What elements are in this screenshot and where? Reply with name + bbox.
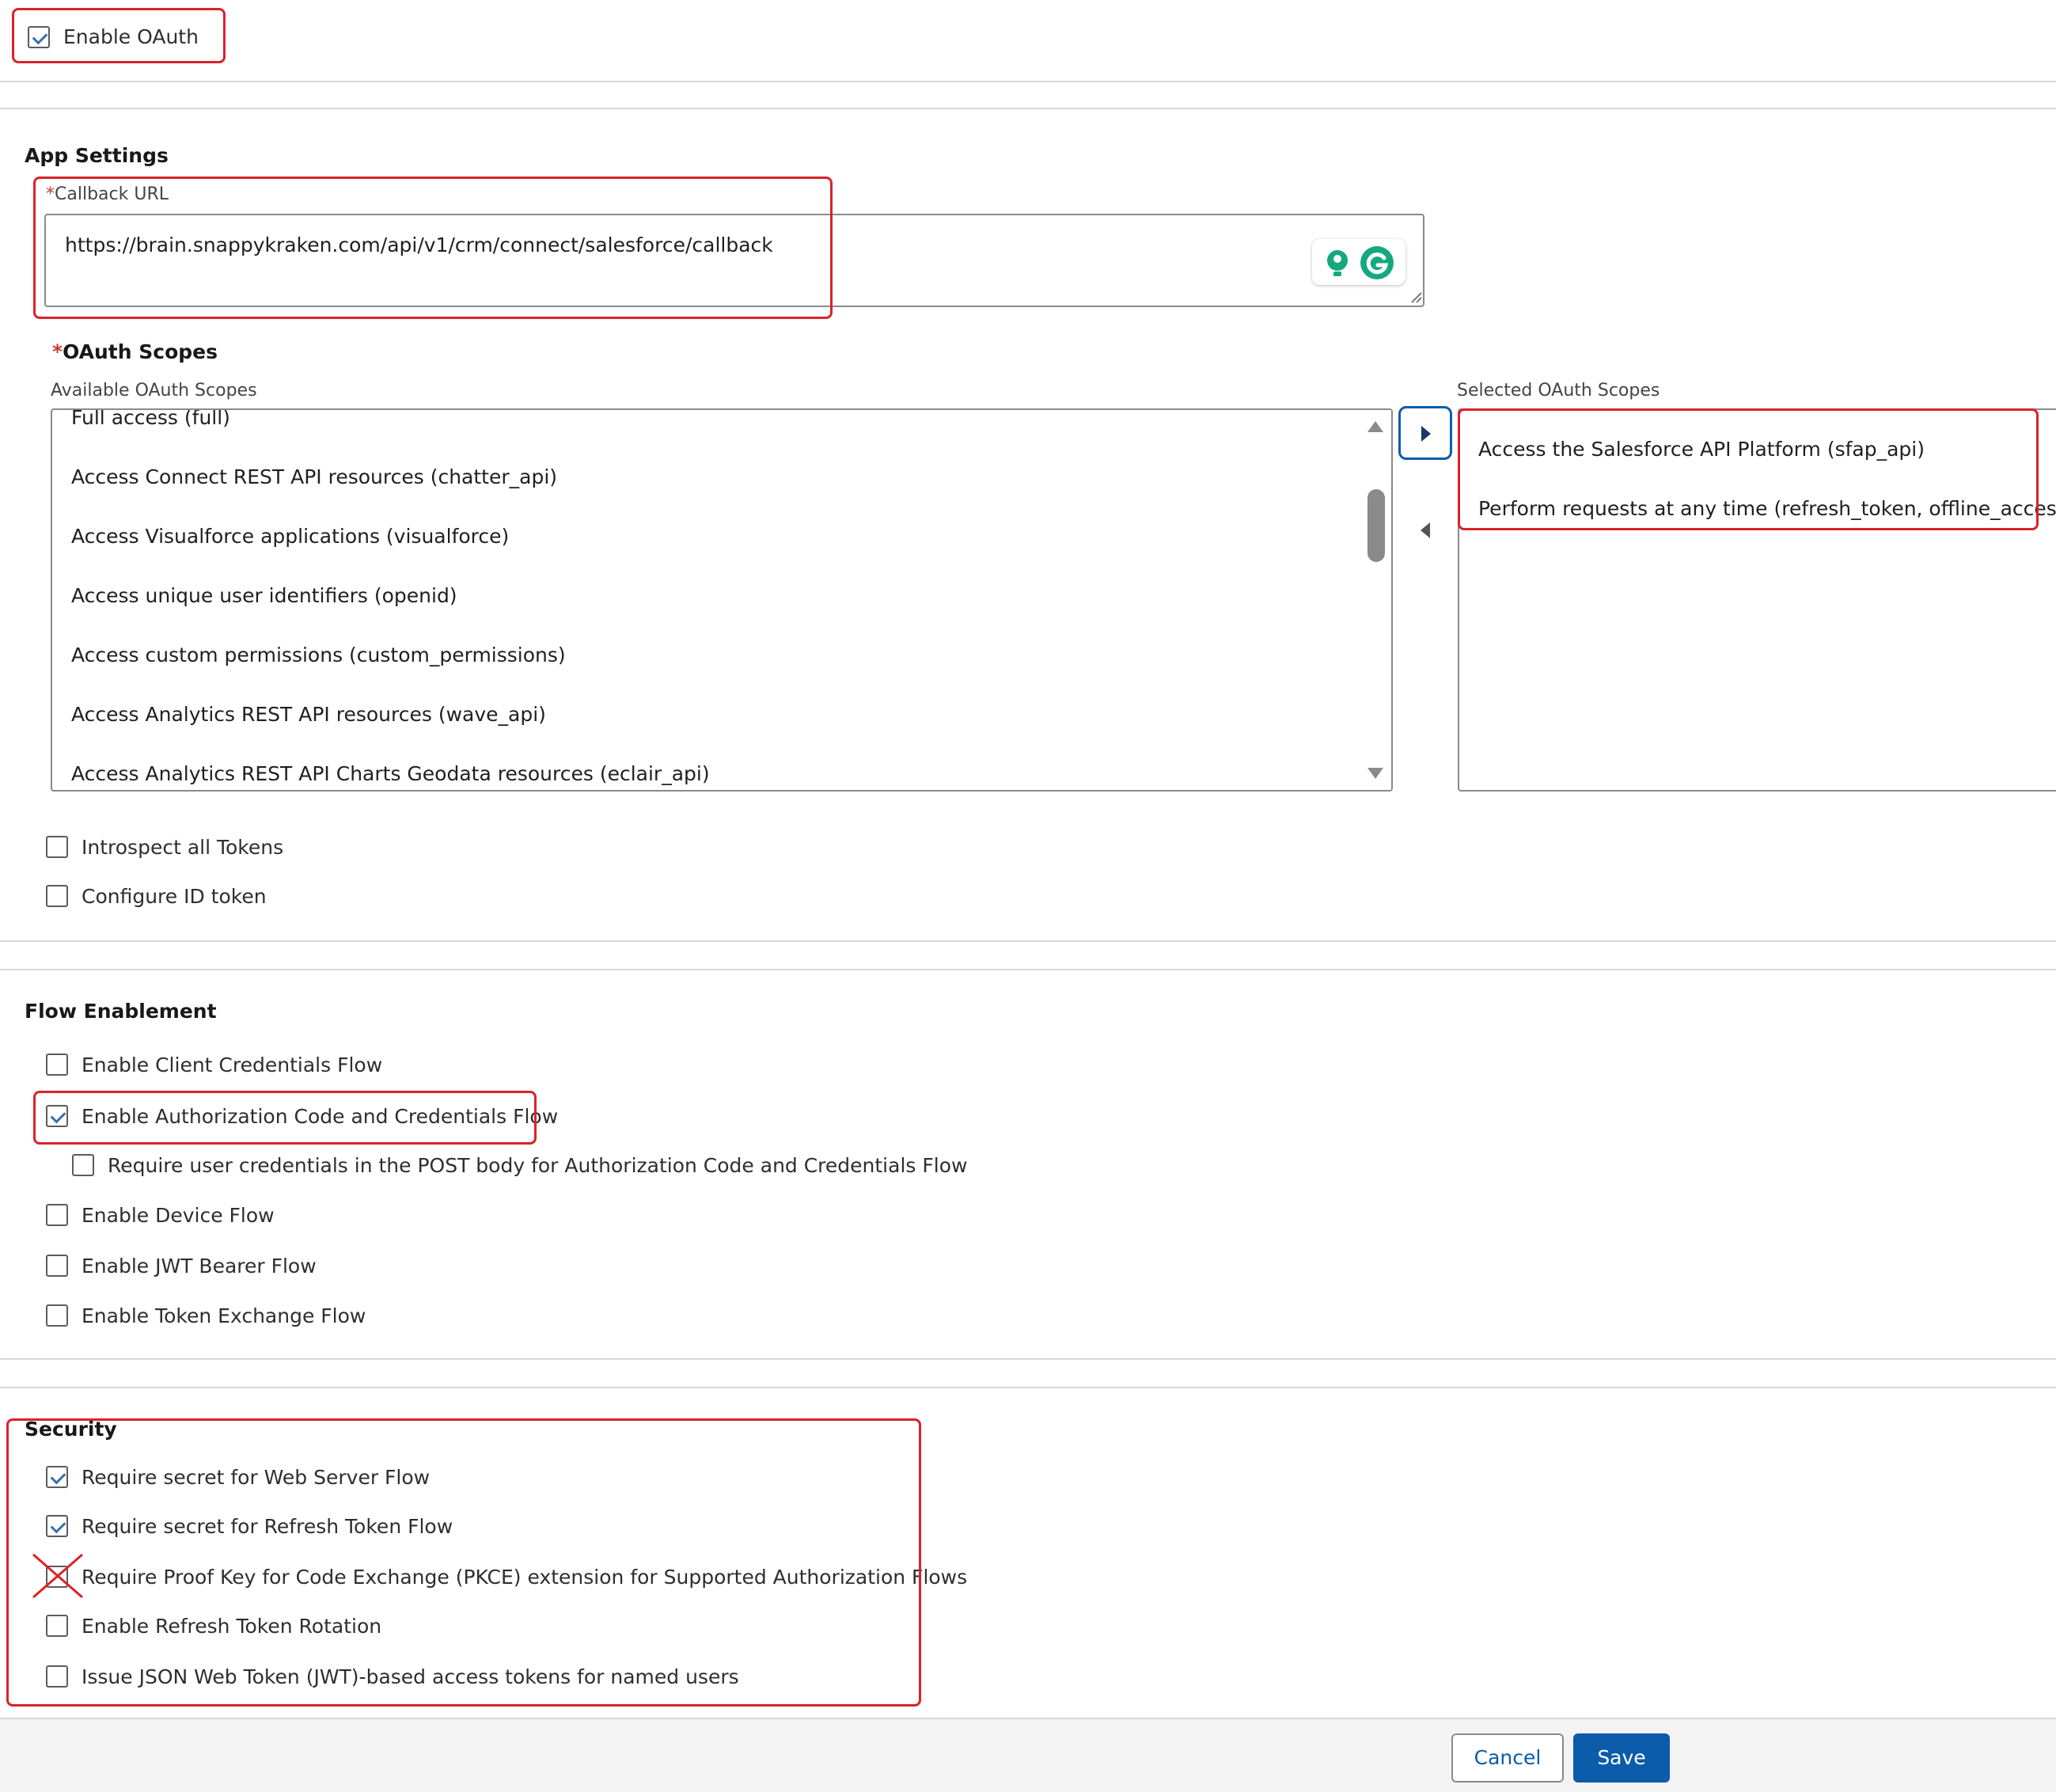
post-body-credentials-label: Require user credentials in the POST bod… <box>108 1154 968 1177</box>
available-scope-option[interactable]: Access Analytics REST API resources (wav… <box>71 702 546 727</box>
arrow-right-icon <box>1421 426 1431 442</box>
grammarly-icon[interactable] <box>1360 245 1394 280</box>
save-button[interactable]: Save <box>1573 1733 1670 1783</box>
jwt-bearer-flow-checkbox[interactable] <box>46 1255 68 1277</box>
divider-2 <box>0 108 2056 109</box>
refresh-token-rotation-checkbox[interactable] <box>46 1615 68 1637</box>
flow-enablement-heading: Flow Enablement <box>25 1000 217 1023</box>
listbox-scrollbar[interactable] <box>1360 410 1391 790</box>
security-heading: Security <box>25 1418 117 1441</box>
remove-scope-button[interactable] <box>1398 503 1452 557</box>
available-scope-option[interactable]: Access Connect REST API resources (chatt… <box>71 465 557 490</box>
jwt-bearer-flow-label: Enable JWT Bearer Flow <box>82 1255 317 1278</box>
callback-url-label-text: Callback URL <box>55 184 169 204</box>
resize-handle-icon[interactable] <box>1409 290 1423 304</box>
available-scope-option[interactable]: Access Analytics REST API Charts Geodata… <box>71 761 710 787</box>
scrollbar-thumb[interactable] <box>1368 489 1385 562</box>
client-credentials-flow-checkbox[interactable] <box>46 1054 68 1076</box>
post-body-credentials-checkbox[interactable] <box>72 1154 94 1176</box>
secret-refresh-token-flow-checkbox[interactable] <box>46 1515 68 1537</box>
jwt-access-tokens-checkbox[interactable] <box>46 1665 68 1688</box>
configure-id-token-checkbox[interactable] <box>46 885 68 907</box>
refresh-token-rotation-label: Enable Refresh Token Rotation <box>82 1615 382 1638</box>
divider-1 <box>0 81 2056 82</box>
divider-4 <box>0 969 2056 970</box>
client-credentials-flow-label: Enable Client Credentials Flow <box>82 1054 383 1076</box>
lightbulb-icon[interactable] <box>1322 247 1353 279</box>
secret-web-server-flow-label: Require secret for Web Server Flow <box>82 1466 431 1489</box>
available-scope-option[interactable]: Full access (full) <box>71 410 230 431</box>
scroll-down-icon[interactable] <box>1366 766 1385 782</box>
available-scope-option[interactable]: Access Visualforce applications (visualf… <box>71 524 509 549</box>
selected-scopes-label: Selected OAuth Scopes <box>1457 381 1660 401</box>
introspect-tokens-checkbox[interactable] <box>46 836 68 858</box>
oauth-scopes-heading-text: OAuth Scopes <box>63 340 218 363</box>
jwt-access-tokens-label: Issue JSON Web Token (JWT)-based access … <box>82 1665 739 1688</box>
scroll-up-icon[interactable] <box>1366 418 1385 434</box>
selected-scopes-listbox[interactable]: Access the Salesforce API Platform (sfap… <box>1458 408 2056 792</box>
secret-refresh-token-flow-label: Require secret for Refresh Token Flow <box>82 1515 453 1538</box>
device-flow-checkbox[interactable] <box>46 1204 68 1226</box>
introspect-tokens-label: Introspect all Tokens <box>82 836 284 859</box>
selected-scope-option[interactable]: Perform requests at any time (refresh_to… <box>1478 496 2056 522</box>
token-exchange-flow-label: Enable Token Exchange Flow <box>82 1304 366 1327</box>
available-scopes-listbox[interactable]: Full access (full) Access Connect REST A… <box>51 408 1393 792</box>
red-x-icon <box>32 1553 83 1599</box>
auth-code-credentials-flow-label: Enable Authorization Code and Credential… <box>82 1105 559 1128</box>
divider-5 <box>0 1358 2056 1360</box>
footer-bar: Cancel Save <box>0 1718 2056 1792</box>
arrow-left-icon <box>1421 522 1430 538</box>
configure-id-token-label: Configure ID token <box>82 885 267 908</box>
highlight-security <box>6 1418 921 1707</box>
enable-oauth-checkbox[interactable] <box>28 26 50 48</box>
available-scope-option[interactable]: Access custom permissions (custom_permis… <box>71 643 566 668</box>
oauth-scopes-heading: *OAuth Scopes <box>52 340 218 365</box>
required-mark: * <box>46 184 55 204</box>
enable-oauth-label: Enable OAuth <box>63 25 199 48</box>
app-settings-heading: App Settings <box>25 144 169 167</box>
selected-scope-option[interactable]: Access the Salesforce API Platform (sfap… <box>1478 437 1925 462</box>
pkce-label: Require Proof Key for Code Exchange (PKC… <box>82 1566 968 1589</box>
callback-url-input[interactable]: https://brain.snappykraken.com/api/v1/cr… <box>44 214 1424 307</box>
divider-3 <box>0 940 2056 942</box>
cancel-button[interactable]: Cancel <box>1451 1733 1564 1783</box>
secret-web-server-flow-checkbox[interactable] <box>46 1466 68 1488</box>
available-scope-option[interactable]: Access unique user identifiers (openid) <box>71 583 457 609</box>
token-exchange-flow-checkbox[interactable] <box>46 1304 68 1327</box>
grammarly-widget[interactable] <box>1312 239 1405 285</box>
callback-url-value: https://brain.snappykraken.com/api/v1/cr… <box>65 233 773 256</box>
auth-code-credentials-flow-checkbox[interactable] <box>46 1105 68 1127</box>
callback-url-label: *Callback URL <box>46 184 169 206</box>
device-flow-label: Enable Device Flow <box>82 1204 275 1227</box>
divider-6 <box>0 1387 2056 1388</box>
required-mark: * <box>52 340 63 363</box>
available-scopes-label: Available OAuth Scopes <box>51 381 257 401</box>
add-scope-button[interactable] <box>1398 406 1452 460</box>
